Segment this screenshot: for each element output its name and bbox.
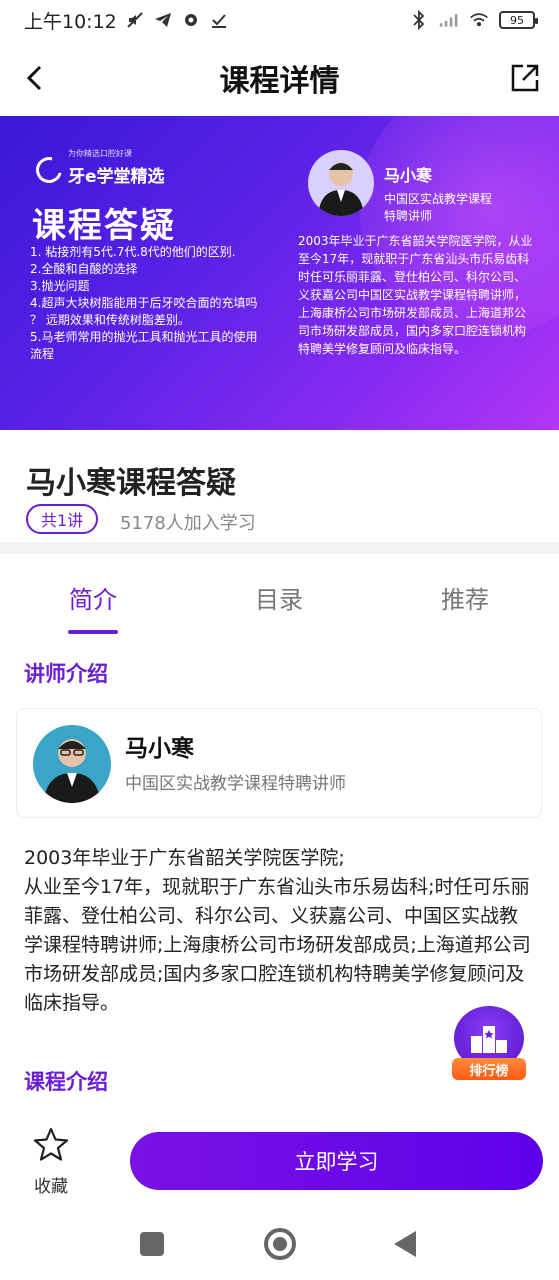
- course-header: 马小寒课程答疑 共1讲 5178人加入学习: [0, 430, 559, 542]
- start-study-button[interactable]: 立即学习: [130, 1132, 543, 1190]
- course-section-label: 课程介绍: [22, 1066, 110, 1102]
- section-label-text: 讲师介绍: [24, 662, 108, 686]
- teacher-section-label: 讲师介绍: [22, 658, 110, 694]
- tab-catalog[interactable]: 目录: [224, 580, 334, 615]
- banner-teacher-title: 中国区实战教学课程: [384, 192, 493, 206]
- system-navigation-bar: [0, 1210, 559, 1280]
- star-icon: [33, 1127, 69, 1161]
- home-button[interactable]: [264, 1228, 296, 1260]
- share-button[interactable]: [505, 58, 545, 98]
- bluetooth-icon: [409, 10, 429, 30]
- signal-icon: [439, 10, 459, 30]
- banner-point: ？ 远期效果和传统树脂差别。: [30, 313, 190, 327]
- section-divider: [0, 542, 559, 554]
- page-title: 课程详情: [219, 64, 340, 99]
- banner-point: 4.超声大块树脂能用于后牙咬合面的充填吗: [30, 296, 258, 310]
- battery-icon: 95: [499, 11, 538, 29]
- favorite-label: 收藏: [34, 1177, 68, 1197]
- telegram-icon: [153, 10, 173, 30]
- joined-count: 5178人加入学习: [120, 513, 256, 534]
- teacher-role: 中国区实战教学课程特聘讲师: [125, 774, 346, 794]
- section-label-text: 课程介绍: [24, 1070, 108, 1094]
- banner-point: 流程: [30, 347, 55, 361]
- banner-teacher-name: 马小寒: [384, 166, 433, 185]
- ranking-label: 排行榜: [452, 1058, 526, 1080]
- banner-point: 1. 粘接剂有5代.7代.8代的他们的区别.: [30, 245, 236, 259]
- banner-point: 5.马老师常用的抛光工具和抛光工具的使用: [30, 330, 258, 344]
- brand-e-icon: [31, 151, 67, 188]
- back-button[interactable]: [18, 58, 52, 98]
- tab-bar: 简介 目录 推荐: [0, 560, 559, 636]
- share-icon: [511, 64, 539, 92]
- banner-teacher-title: 特聘讲师: [384, 209, 433, 223]
- course-title: 马小寒课程答疑: [26, 466, 236, 501]
- banner-title: 课程答疑: [32, 206, 176, 246]
- avatar: [33, 725, 111, 803]
- wifi-icon: [469, 10, 489, 30]
- status-time: 上午10:12: [24, 10, 117, 33]
- brand-name: 牙e学堂精选: [68, 167, 165, 187]
- course-banner: 为你精选口腔好课 牙e学堂精选 课程答疑 1. 粘接剂有5代.7代.8代的他们的…: [0, 116, 559, 430]
- ranking-button[interactable]: 排行榜: [452, 1006, 526, 1080]
- chevron-left-icon: [26, 65, 42, 91]
- status-bar: 上午10:12 95: [0, 0, 559, 40]
- banner-teacher-bio: 2003年毕业于广东省韶关学院医学院，从业 至今17年，现就职于广东省汕头市乐易…: [298, 234, 533, 356]
- teacher-name: 马小寒: [125, 736, 194, 762]
- tab-indicator: [68, 630, 118, 634]
- tab-intro[interactable]: 简介: [38, 580, 148, 615]
- bottom-action-bar: 收藏 立即学习: [0, 1114, 559, 1210]
- system-back-button[interactable]: [394, 1231, 416, 1257]
- banner-points: 1. 粘接剂有5代.7代.8代的他们的区别. 2.全酸和自酸的选择 3.抛光问题…: [30, 244, 280, 363]
- check-icon: [209, 10, 229, 30]
- lessons-badge: 共1讲: [26, 504, 99, 534]
- teacher-card[interactable]: 马小寒 中国区实战教学课程特聘讲师: [16, 708, 542, 818]
- banner-point: 2.全酸和自酸的选择: [30, 262, 138, 276]
- banner-point: 3.抛光问题: [30, 279, 90, 293]
- teacher-intro: 2003年毕业于广东省韶关学院医学院; 从业至今17年，现就职于广东省汕头市乐易…: [24, 847, 531, 1014]
- tab-recommend[interactable]: 推荐: [410, 580, 520, 615]
- banner-teacher-avatar: [308, 150, 374, 216]
- top-navbar: 课程详情: [0, 40, 559, 116]
- favorite-button[interactable]: 收藏: [26, 1126, 76, 1197]
- recent-apps-button[interactable]: [140, 1232, 164, 1256]
- brand-tagline: 为你精选口腔好课: [68, 149, 132, 158]
- settings-icon: [181, 10, 201, 30]
- brand-logo: 为你精选口腔好课 牙e学堂精选: [31, 149, 165, 188]
- mute-icon: [125, 10, 145, 30]
